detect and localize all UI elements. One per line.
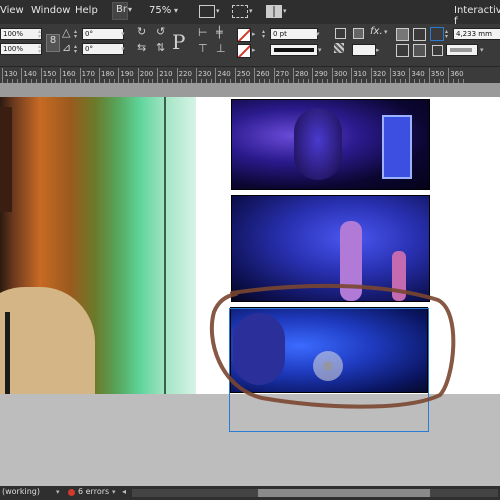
annotation-ellipse [209, 283, 456, 409]
preflight-profile: (working) [2, 487, 40, 496]
scroll-left-icon[interactable]: ◂ [122, 487, 126, 496]
horizontal-scrollbar[interactable] [132, 489, 498, 497]
error-count[interactable]: 6 errors [78, 487, 109, 496]
chevron-down-icon[interactable]: ▾ [112, 488, 116, 496]
error-indicator-icon [68, 489, 75, 496]
status-bar: (working) ▾ 6 errors ▾ ◂ [0, 486, 500, 500]
chevron-down-icon[interactable]: ▾ [56, 488, 60, 496]
scrollbar-thumb[interactable] [258, 489, 430, 497]
